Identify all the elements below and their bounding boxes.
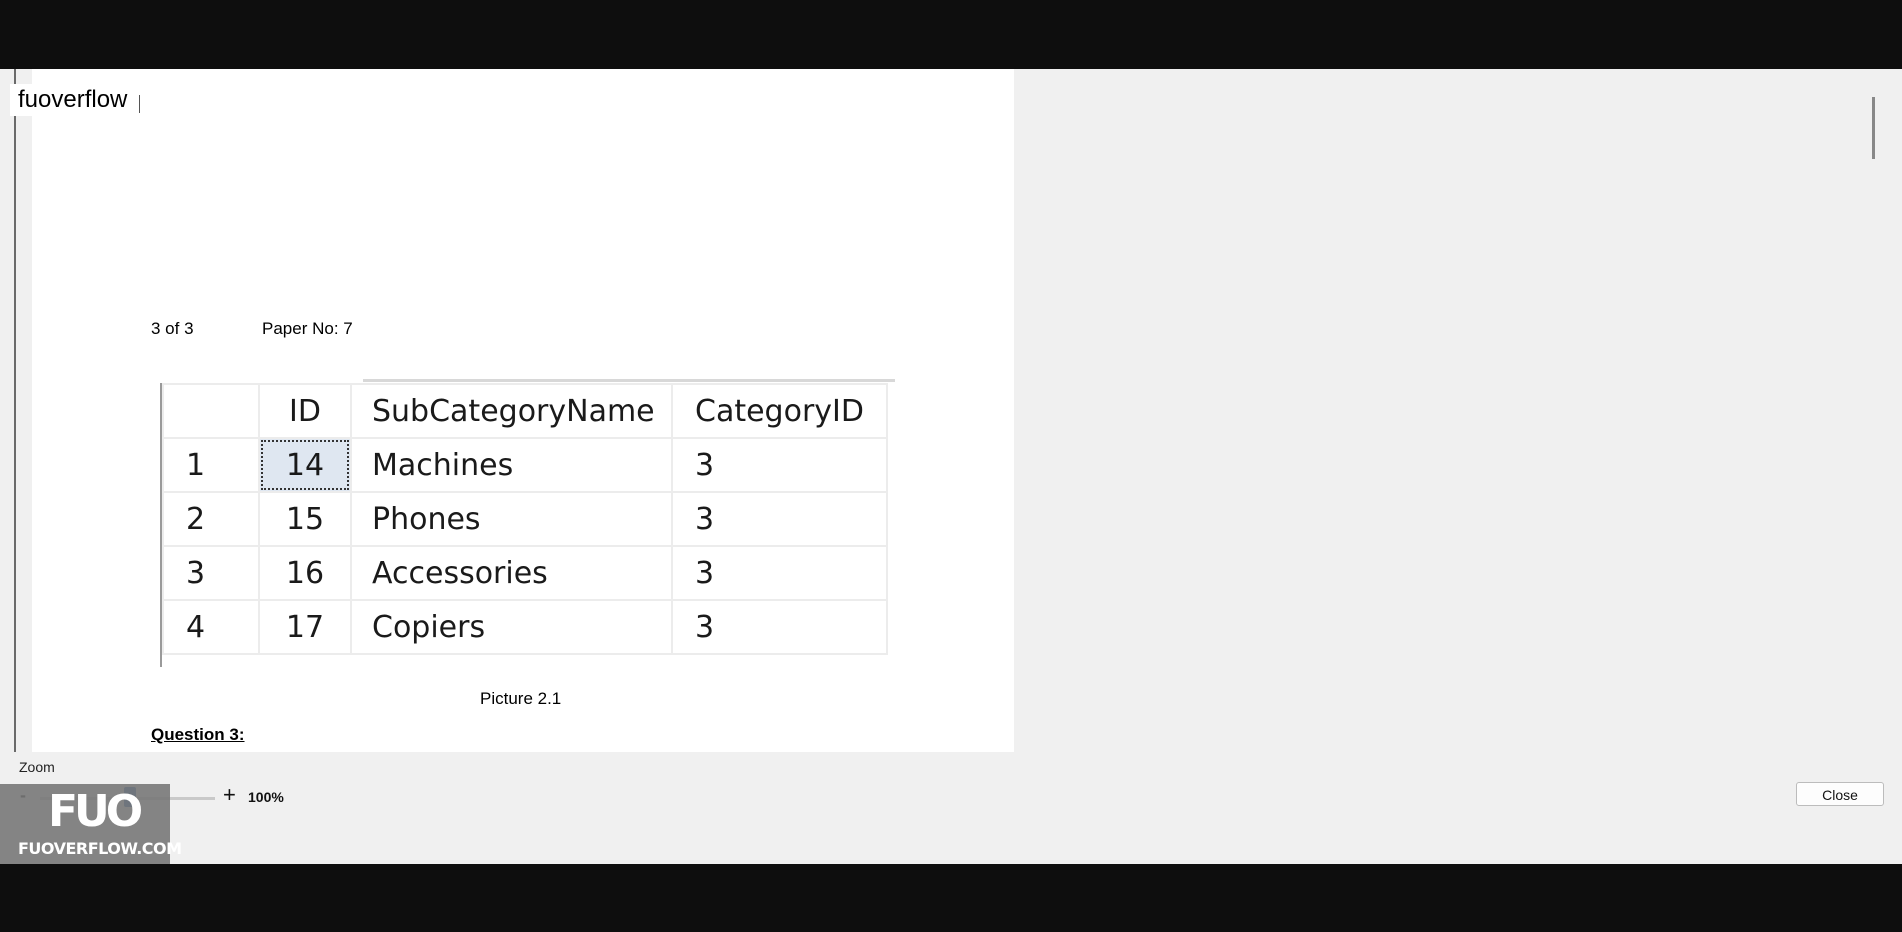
grid-header-row: ID SubCategoryName CategoryID	[162, 383, 888, 439]
logo-mark: FUO	[48, 786, 143, 837]
watermark-logo: FUO FUOVERFLOW.COM	[0, 784, 182, 864]
grid-cell: 3	[671, 437, 888, 493]
grid-row: 1 14 Machines 3	[162, 437, 888, 493]
document-page: 3 of 3 Paper No: 7 ID SubCategoryName Ca…	[32, 69, 1014, 752]
grid-row: 3 16 Accessories 3	[162, 545, 888, 601]
grid-cell: 16	[258, 545, 352, 601]
grid-row-number: 3	[162, 545, 260, 601]
grid-cell: 15	[258, 491, 352, 547]
grid-row-number: 4	[162, 599, 260, 655]
grid-header-cell: CategoryID	[671, 383, 888, 439]
paper-number: Paper No: 7	[262, 319, 353, 338]
logo-text: FUOVERFLOW.COM	[18, 839, 182, 858]
grid-row: 4 17 Copiers 3	[162, 599, 888, 655]
page-counter: 3 of 3	[151, 319, 194, 338]
vertical-scrollbar[interactable]	[1872, 97, 1875, 159]
question-heading: Question 3:	[151, 725, 245, 744]
grid-header-cell	[162, 383, 260, 439]
grid-cell: 3	[671, 545, 888, 601]
filename-tag: fuoverflow	[10, 84, 136, 116]
grid-cell-selected: 14	[258, 437, 352, 493]
grid-row: 2 15 Phones 3	[162, 491, 888, 547]
grid-top-border	[363, 379, 895, 382]
grid-cell: Copiers	[350, 599, 673, 655]
grid-cell: Machines	[350, 437, 673, 493]
result-grid-image: ID SubCategoryName CategoryID 1 14 Machi…	[160, 379, 895, 667]
zoom-label: Zoom	[19, 759, 55, 775]
grid-row-number: 1	[162, 437, 260, 493]
grid-header-cell: ID	[258, 383, 352, 439]
result-grid: ID SubCategoryName CategoryID 1 14 Machi…	[162, 383, 888, 655]
exam-viewer-window: 3 of 3 Paper No: 7 ID SubCategoryName Ca…	[0, 69, 1902, 864]
zoom-value: 100%	[248, 789, 284, 805]
grid-cell: 3	[671, 599, 888, 655]
grid-cell: Phones	[350, 491, 673, 547]
text-caret	[139, 95, 140, 113]
grid-header-cell: SubCategoryName	[350, 383, 673, 439]
grid-cell: 17	[258, 599, 352, 655]
grid-row-number: 2	[162, 491, 260, 547]
viewer-left-border	[14, 69, 16, 752]
close-button[interactable]: Close	[1796, 782, 1884, 806]
zoom-in-button[interactable]: +	[223, 782, 236, 808]
grid-cell: 3	[671, 491, 888, 547]
picture-caption: Picture 2.1	[480, 689, 562, 708]
grid-cell: Accessories	[350, 545, 673, 601]
